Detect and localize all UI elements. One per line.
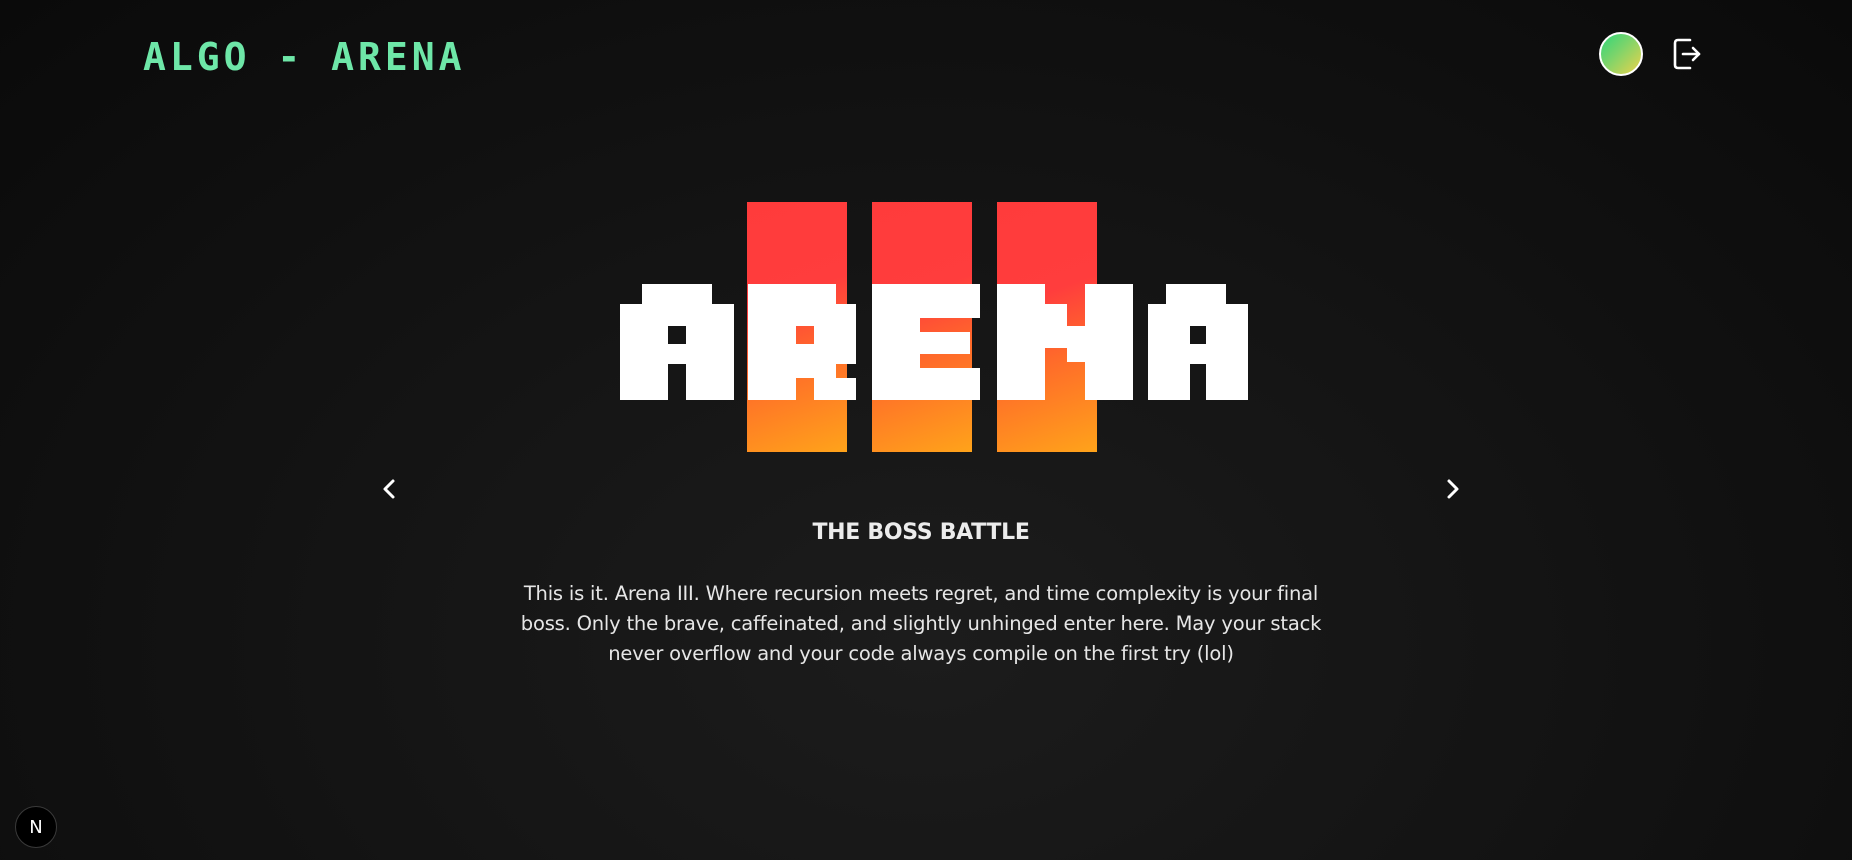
slide-description: This is it. Arena III. Where recursion m… [520,582,1322,665]
chevron-right-icon[interactable] [1437,473,1469,505]
slide-title: THE BOSS BATTLE [812,520,1030,545]
dev-badge-label: N [29,816,43,838]
logout-icon[interactable] [1672,36,1702,72]
chevron-left-icon[interactable] [373,473,405,505]
hero-banner [620,202,1248,452]
dev-tools-badge[interactable]: N [15,806,57,848]
app-logo-text: ALGO - ARENA [143,35,466,79]
user-avatar[interactable] [1599,32,1643,76]
hero-word-arena [620,284,1248,400]
app-logo[interactable]: ALGO - ARENA [143,35,466,79]
